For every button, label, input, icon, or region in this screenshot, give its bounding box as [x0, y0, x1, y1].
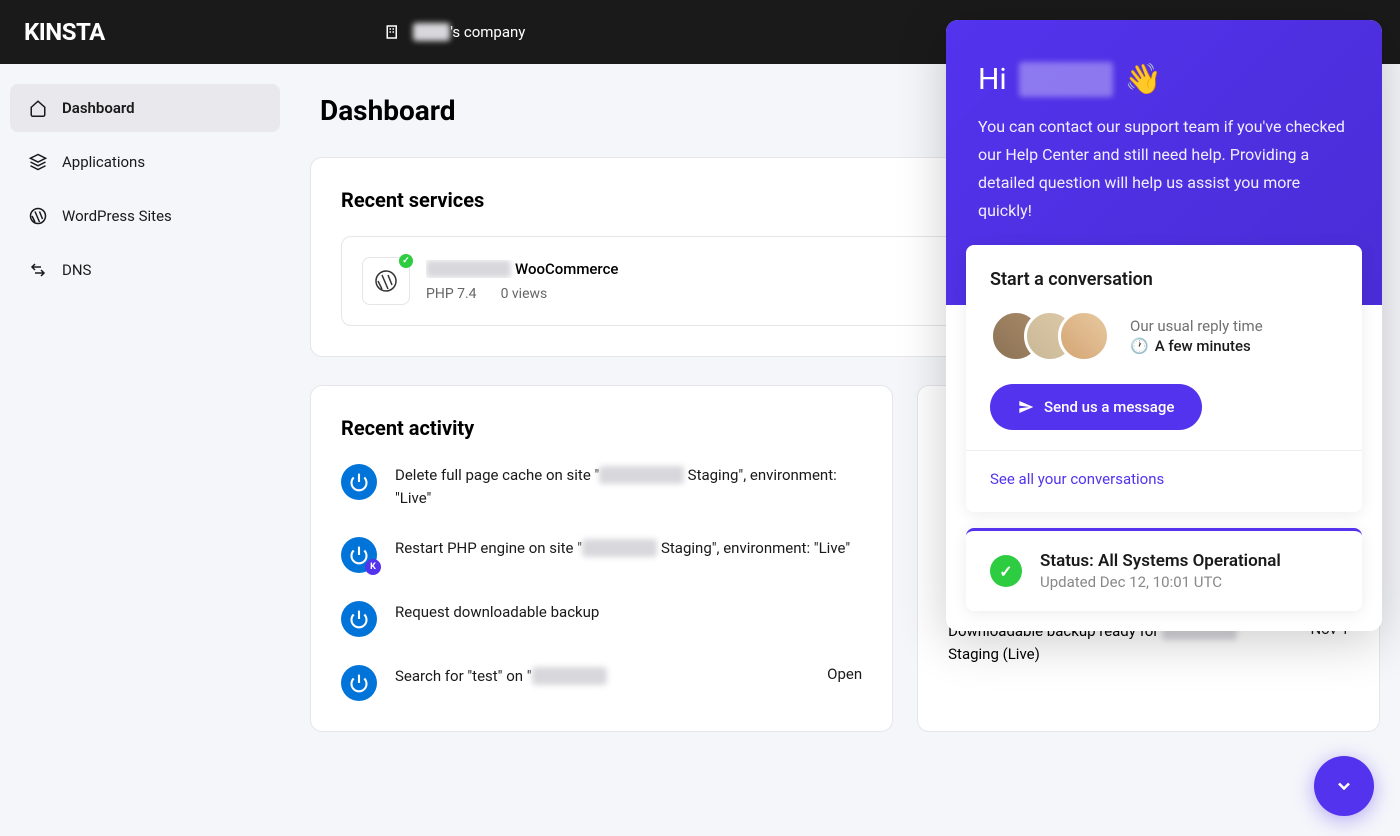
home-icon	[28, 98, 48, 118]
status-indicator	[399, 254, 413, 268]
power-icon	[341, 601, 377, 637]
reply-label: Our usual reply time	[1130, 317, 1263, 335]
activity-item: Request downloadable backup	[341, 601, 862, 637]
recent-activity-card: Recent activity Delete full page cache o…	[310, 385, 893, 732]
sidebar-item-label: WordPress Sites	[62, 207, 172, 225]
chevron-down-icon	[1334, 776, 1354, 796]
activity-text: Restart PHP engine on site "XXXXXXXX Sta…	[395, 537, 862, 560]
company-selector[interactable]: XXXX 's company	[385, 23, 526, 41]
kinsta-badge-icon: K	[365, 559, 381, 575]
avatar	[1058, 310, 1110, 362]
intercom-greeting: Hi XXXXX 👋	[978, 62, 1350, 97]
clock-icon: 🕐	[1130, 337, 1149, 355]
wave-icon: 👋	[1125, 62, 1162, 97]
activity-open-label[interactable]: Open	[827, 665, 862, 683]
activity-item: K Restart PHP engine on site "XXXXXXXX S…	[341, 537, 862, 573]
power-icon: K	[341, 537, 377, 573]
building-icon	[385, 23, 403, 41]
chat-toggle-button[interactable]	[1314, 756, 1374, 816]
status-updated: Updated Dec 12, 10:01 UTC	[1040, 573, 1281, 591]
activity-text: Request downloadable backup	[395, 601, 862, 624]
sidebar: Dashboard Applications WordPress Sites D…	[0, 64, 290, 836]
wordpress-icon	[374, 269, 398, 293]
sidebar-item-dashboard[interactable]: Dashboard	[10, 84, 280, 132]
sidebar-item-label: Dashboard	[62, 99, 135, 117]
intercom-widget: Hi XXXXX 👋 You can contact our support t…	[946, 20, 1382, 631]
card-title: Recent activity	[341, 416, 862, 440]
send-message-button[interactable]: Send us a message	[990, 384, 1202, 430]
activity-item: Search for "test" on "XXXXXXXX Open	[341, 665, 862, 701]
conversation-card: Start a conversation Our usual reply tim…	[966, 245, 1362, 512]
service-views: 0 views	[501, 286, 548, 302]
logo: KINSTA	[24, 18, 105, 46]
activity-item: Delete full page cache on site "XXXXXXXX…	[341, 464, 862, 509]
sidebar-item-label: Applications	[62, 153, 145, 171]
dns-icon	[28, 260, 48, 280]
intercom-description: You can contact our support team if you'…	[978, 113, 1350, 225]
sidebar-item-applications[interactable]: Applications	[10, 138, 280, 186]
status-text: Status: All Systems Operational	[1040, 551, 1281, 571]
layers-icon	[28, 152, 48, 172]
reply-time: 🕐 A few minutes	[1130, 337, 1263, 355]
wordpress-badge	[362, 257, 410, 305]
conversation-title: Start a conversation	[990, 269, 1338, 290]
power-icon	[341, 665, 377, 701]
support-avatars	[990, 310, 1110, 362]
company-label: 's company	[450, 23, 525, 41]
sidebar-item-dns[interactable]: DNS	[10, 246, 280, 294]
status-card[interactable]: ✓ Status: All Systems Operational Update…	[966, 528, 1362, 611]
power-icon	[341, 464, 377, 500]
service-php: PHP 7.4	[426, 286, 477, 302]
company-redacted: XXXX	[413, 23, 451, 41]
wordpress-icon	[28, 206, 48, 226]
see-all-conversations-link[interactable]: See all your conversations	[990, 470, 1164, 488]
check-icon: ✓	[990, 555, 1022, 587]
sidebar-item-label: DNS	[62, 261, 91, 279]
activity-text: Delete full page cache on site "XXXXXXXX…	[395, 464, 862, 509]
sidebar-item-wordpress[interactable]: WordPress Sites	[10, 192, 280, 240]
activity-text: Search for "test" on "XXXXXXXX	[395, 665, 809, 688]
send-icon	[1018, 399, 1034, 415]
